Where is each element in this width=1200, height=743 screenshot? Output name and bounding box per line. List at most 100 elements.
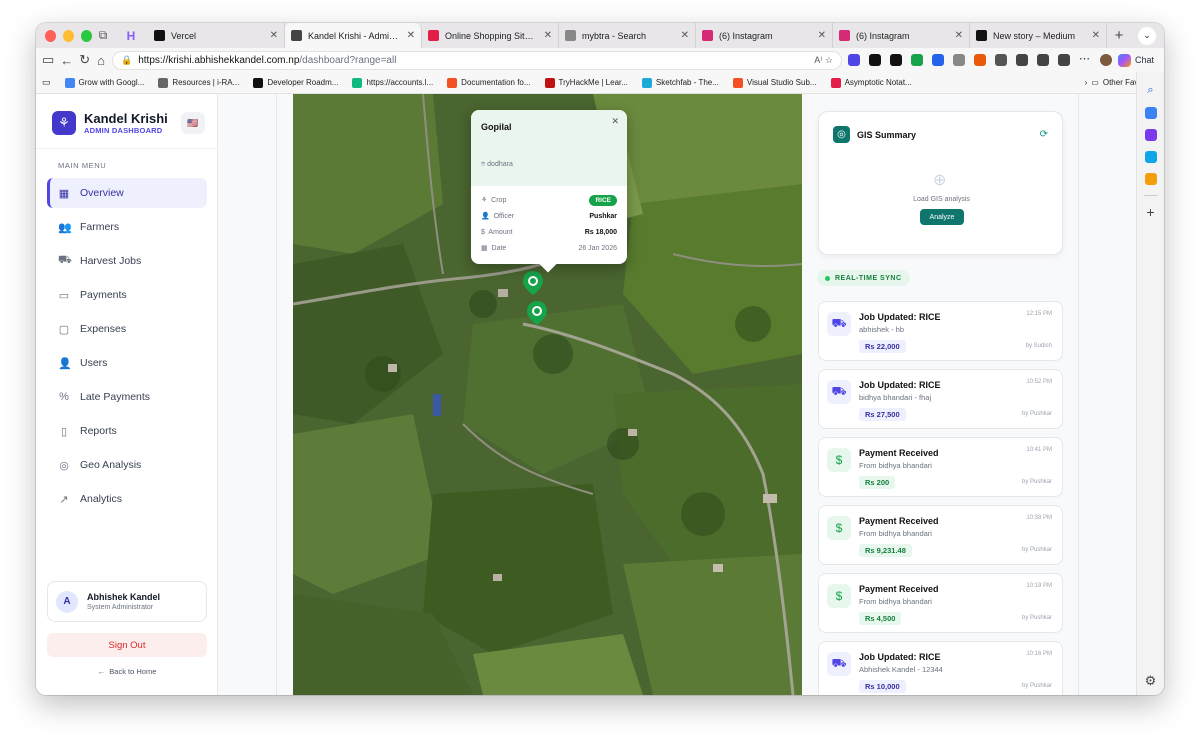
more-icon[interactable]: ⋯ [1079, 54, 1091, 66]
outlook-icon[interactable] [1144, 151, 1157, 163]
sidebar-item-users[interactable]: 👤 Users [47, 348, 207, 378]
browser-tab[interactable]: mybtra - Search ✕ [559, 23, 696, 48]
bookmark-item[interactable]: Asymptotic Notat... [830, 77, 912, 88]
tab-actions-chevron-icon[interactable]: ⌄ [1138, 26, 1156, 45]
bookmark-item[interactable]: Resources | i-RA... [158, 77, 239, 88]
zoom-window-button[interactable] [81, 29, 92, 42]
extension-icon[interactable] [994, 54, 1007, 66]
reading-list-icon[interactable]: ▭ [42, 77, 51, 88]
user-card[interactable]: A Abhishek Kandel System Administrator [47, 581, 207, 622]
activity-card[interactable]: $ Payment Received From bidhya bhandari … [818, 505, 1063, 565]
shopping-icon[interactable] [1144, 107, 1157, 119]
extension-icon[interactable] [868, 54, 881, 66]
popup-row-label: Crop [491, 197, 507, 204]
read-aloud-icon[interactable]: A⁾ ☆ [814, 55, 833, 66]
activity-amount: Rs 10,000 [859, 680, 906, 693]
home-icon[interactable]: ⌂ [96, 53, 106, 68]
back-arrow-icon[interactable]: ← [60, 53, 73, 68]
browser-tab[interactable]: (6) Instagram ✕ [833, 23, 970, 48]
tractor-icon: ⛟ [827, 312, 851, 336]
workspaces-icon[interactable]: ⧉ [92, 27, 114, 45]
minimize-window-button[interactable] [63, 29, 74, 42]
bookmark-item[interactable]: Grow with Googl... [64, 77, 144, 88]
browser-tab[interactable]: Kandel Krishi - Admin Dashb ✕ [285, 23, 422, 48]
language-flag-button[interactable]: 🇺🇸 [181, 112, 205, 134]
bookmark-item[interactable]: Documentation fo... [447, 77, 531, 88]
analyze-button[interactable]: Analyze [920, 209, 964, 225]
activity-card[interactable]: ⛟ Job Updated: RICE bidhya bhandari - fh… [818, 369, 1063, 429]
extension-icon[interactable] [847, 54, 860, 66]
browser-tab[interactable]: Online Shopping Site - Shop ✕ [422, 23, 559, 48]
bookmark-label: TryHackMe | Lear... [558, 78, 628, 87]
close-tab-icon[interactable]: ✕ [955, 30, 963, 41]
address-bar[interactable]: 🔒 https://krishi.abhishekkandel.com.np/d… [111, 50, 842, 70]
activity-title: Payment Received [859, 584, 939, 594]
bookmark-item[interactable]: Developer Roadm... [253, 77, 338, 88]
activity-card[interactable]: ⛟ Job Updated: RICE Abhishek Kandel - 12… [818, 641, 1063, 695]
bookmark-favicon-icon [732, 77, 743, 88]
close-window-button[interactable] [45, 29, 56, 42]
new-tab-button[interactable]: + [1107, 27, 1131, 44]
favorites-icon[interactable] [1036, 54, 1049, 66]
sidebar-item-expenses[interactable]: ▢ Expenses [47, 314, 207, 344]
pinned-tab-icon[interactable]: H [114, 27, 148, 45]
copilot-chat-button[interactable]: Chat [1117, 53, 1158, 67]
back-to-home-link[interactable]: ← Back to Home [36, 667, 218, 676]
globe-icon: ◎ [833, 126, 850, 143]
extension-icon[interactable] [1015, 54, 1028, 66]
close-tab-icon[interactable]: ✕ [818, 30, 826, 41]
sidebar-item-reports[interactable]: ▯ Reports [47, 416, 207, 446]
chat-label: Chat [1134, 55, 1154, 65]
browser-tab[interactable]: New story – Medium ✕ [970, 23, 1107, 48]
close-tab-icon[interactable]: ✕ [681, 30, 689, 41]
farm-marker-2[interactable] [526, 300, 548, 326]
sidebar-item-geo-analysis[interactable]: ◎ Geo Analysis [47, 450, 207, 480]
farm-marker-1[interactable] [522, 270, 544, 296]
sidebar-item-late-payments[interactable]: % Late Payments [47, 382, 207, 412]
sidebar-item-overview[interactable]: ▦ Overview [47, 178, 207, 208]
extension-icon[interactable] [973, 54, 986, 66]
tractor-icon: ⛟ [58, 254, 72, 266]
activity-card[interactable]: $ Payment Received From bidhya bhandari … [818, 573, 1063, 633]
bookmark-item[interactable]: TryHackMe | Lear... [544, 77, 628, 88]
add-icon[interactable]: + [1146, 205, 1154, 219]
extension-icon[interactable] [931, 54, 944, 66]
sidebar-toggle-icon[interactable]: ▭ [42, 52, 54, 68]
sidebar-item-harvest-jobs[interactable]: ⛟ Harvest Jobs [47, 246, 207, 276]
search-icon[interactable]: ⌕ [1147, 84, 1153, 97]
drop-icon[interactable] [1144, 173, 1157, 185]
bookmark-item[interactable]: https://accounts.l... [352, 77, 433, 88]
gear-icon[interactable]: ⚙ [1145, 673, 1157, 689]
globe-placeholder-icon: ⊕ [933, 172, 947, 189]
refresh-icon[interactable]: ↻ [79, 52, 90, 68]
refresh-icon[interactable]: ⟳ [1040, 129, 1048, 140]
sidebar-item-payments[interactable]: ▭ Payments [47, 280, 207, 310]
calendar-icon: ▦ [481, 245, 488, 252]
close-tab-icon[interactable]: ✕ [1092, 30, 1100, 41]
activity-card[interactable]: ⛟ Job Updated: RICE abhishek - hb Rs 22,… [818, 301, 1063, 361]
browser-tab[interactable]: Vercel ✕ [148, 23, 285, 48]
extension-icon[interactable] [910, 54, 923, 66]
collections-icon[interactable] [1057, 54, 1070, 66]
extension-icon[interactable] [952, 54, 965, 66]
close-tab-icon[interactable]: ✕ [544, 30, 552, 41]
bookmark-item[interactable]: Sketchfab - The... [641, 77, 719, 88]
sprout-icon: ⚘ [481, 197, 488, 204]
onenote-icon[interactable] [1144, 129, 1157, 141]
close-icon[interactable]: ✕ [611, 116, 619, 127]
sprout-logo-icon: ⚘ [52, 111, 76, 135]
profile-avatar[interactable] [1099, 54, 1112, 66]
chevron-right-icon[interactable]: › [1085, 78, 1088, 87]
lock-icon[interactable]: 🔒 [121, 55, 132, 66]
close-tab-icon[interactable]: ✕ [407, 30, 415, 41]
sidebar-item-farmers[interactable]: 👥 Farmers [47, 212, 207, 242]
sidebar-item-analytics[interactable]: ↗ Analytics [47, 484, 207, 514]
satellite-map[interactable]: Gopilal ⌾ dodhara ✕ ⚘ Crop RICE 👤 Officer P… [293, 94, 802, 695]
bookmark-item[interactable]: Visual Studio Sub... [732, 77, 817, 88]
sign-out-button[interactable]: Sign Out [47, 633, 207, 657]
activity-card[interactable]: $ Payment Received From bidhya bhandari … [818, 437, 1063, 497]
extension-icon[interactable] [889, 54, 902, 66]
activity-amount: Rs 22,000 [859, 340, 906, 353]
close-tab-icon[interactable]: ✕ [270, 30, 278, 41]
browser-tab[interactable]: (6) Instagram ✕ [696, 23, 833, 48]
